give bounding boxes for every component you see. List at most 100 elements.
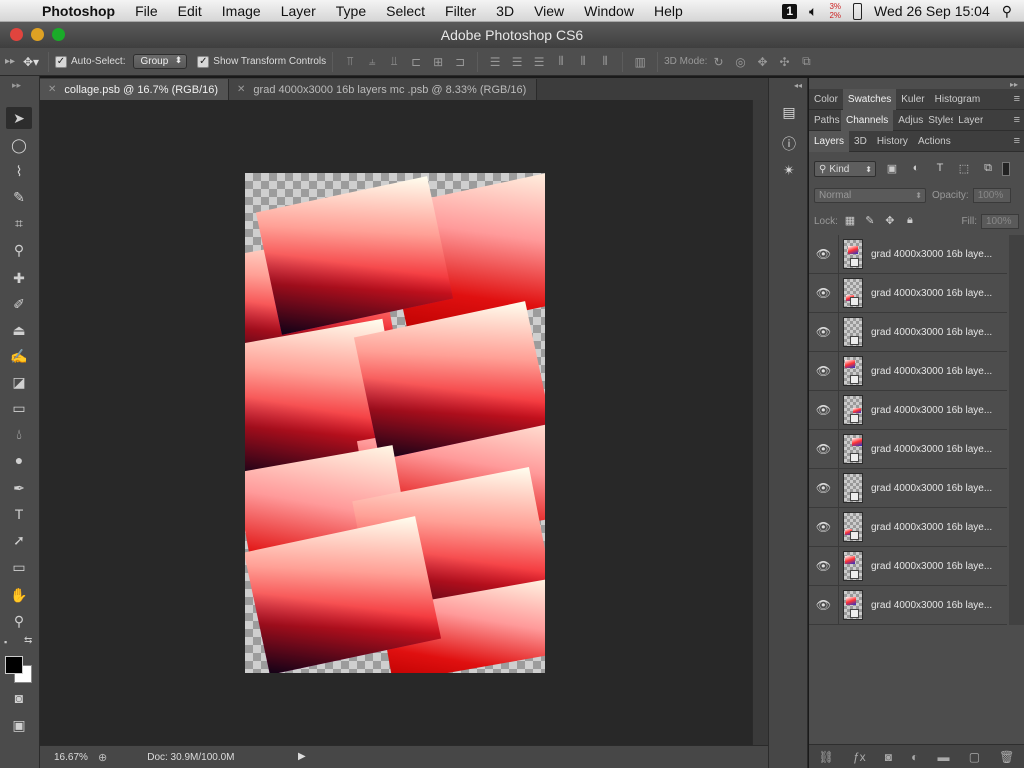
clock[interactable]: Wed 26 Sep 15:04 <box>874 3 990 19</box>
3d-slide-icon[interactable]: ✣ <box>775 54 793 70</box>
new-layer-icon[interactable]: ▢ <box>969 750 980 764</box>
visibility-eye-icon[interactable]: 👁︎ <box>809 546 839 586</box>
canvas-area[interactable] <box>40 100 752 745</box>
screen-mode-icon[interactable]: ▣ <box>6 714 32 736</box>
align-top-icon[interactable]: ⫪ <box>341 54 359 70</box>
distribute-hcenter-icon[interactable]: ⦀ <box>574 54 592 70</box>
lock-all-icon[interactable]: 🔒︎ <box>902 214 918 228</box>
strip-collapse-icon[interactable]: ◂◂ <box>794 81 802 90</box>
layer-row[interactable]: 👁︎ grad 4000x3000 16b laye... <box>809 273 1007 313</box>
brush-tool-icon[interactable]: ✐ <box>6 293 32 315</box>
distribute-bottom-icon[interactable]: ☰ <box>530 54 548 70</box>
spotlight-search-icon[interactable]: ⚲ <box>1002 3 1012 20</box>
layer-row[interactable]: 👁︎ grad 4000x3000 16b laye... <box>809 234 1007 274</box>
layer-row[interactable]: 👁︎ grad 4000x3000 16b laye... <box>809 468 1007 508</box>
align-bottom-icon[interactable]: ⫫ <box>385 54 403 70</box>
close-tab-icon[interactable]: ✕ <box>48 84 56 95</box>
layer-row[interactable]: 👁︎ grad 4000x3000 16b laye... <box>809 507 1007 547</box>
visibility-eye-icon[interactable]: 👁︎ <box>809 390 839 430</box>
layer-row[interactable]: 👁︎ grad 4000x3000 16b laye... <box>809 546 1007 586</box>
distribute-top-icon[interactable]: ☰ <box>486 54 504 70</box>
filter-pixel-icon[interactable]: ▣ <box>884 162 900 176</box>
type-tool-icon[interactable]: T <box>6 503 32 525</box>
layer-row[interactable]: 👁︎ grad 4000x3000 16b laye... <box>809 429 1007 469</box>
healing-brush-tool-icon[interactable]: ✚ <box>6 267 32 289</box>
distribute-right-icon[interactable]: ⦀ <box>596 54 614 70</box>
tab-styles[interactable]: Styles <box>923 110 953 131</box>
menu-window[interactable]: Window <box>574 3 644 19</box>
dock-collapse-icon[interactable]: ▸▸ <box>1010 80 1018 89</box>
foreground-color-swatch[interactable] <box>5 656 23 674</box>
tab-layers[interactable]: Layers <box>809 130 850 152</box>
new-adjustment-layer-icon[interactable]: ◐ <box>911 750 918 764</box>
marquee-tool-icon[interactable]: ◯ <box>6 134 32 156</box>
distribute-left-icon[interactable]: ⦀ <box>552 54 570 70</box>
lasso-tool-icon[interactable]: ⌇ <box>6 160 32 182</box>
proof-icon[interactable]: ⊕ <box>98 751 107 764</box>
brush-presets-panel-icon[interactable]: ✴ <box>780 162 798 180</box>
panel-menu-icon[interactable]: ≡ <box>1014 114 1020 126</box>
tab-color[interactable]: Color <box>809 89 843 110</box>
tab-swatches[interactable]: Swatches <box>842 88 897 110</box>
hand-tool-icon[interactable]: ✋ <box>6 584 32 606</box>
close-window-button[interactable] <box>10 28 23 41</box>
menu-edit[interactable]: Edit <box>168 3 212 19</box>
dodge-tool-icon[interactable]: ● <box>6 449 32 471</box>
visibility-eye-icon[interactable]: 👁︎ <box>809 585 839 625</box>
menu-image[interactable]: Image <box>212 3 271 19</box>
visibility-eye-icon[interactable]: 👁︎ <box>809 507 839 547</box>
auto-select-checkbox[interactable]: ✓ <box>55 55 67 68</box>
layer-row[interactable]: 👁︎ grad 4000x3000 16b laye... <box>809 351 1007 391</box>
gradient-tool-icon[interactable]: ▭ <box>6 397 32 419</box>
3d-pan-icon[interactable]: ✥ <box>753 54 771 70</box>
layer-row[interactable]: 👁︎ grad 4000x3000 16b laye... <box>809 312 1007 352</box>
swap-colors-icon[interactable]: ⇆ <box>24 635 32 646</box>
path-selection-tool-icon[interactable]: ➚ <box>6 529 32 551</box>
link-layers-icon[interactable]: ⛓ <box>819 750 834 764</box>
eyedropper-tool-icon[interactable]: ⚲ <box>6 239 32 261</box>
zoom-level-field[interactable]: 16.67% <box>40 752 98 763</box>
visibility-eye-icon[interactable]: 👁︎ <box>809 351 839 391</box>
document-canvas[interactable] <box>245 173 545 673</box>
tab-history[interactable]: History <box>872 131 913 152</box>
quick-selection-tool-icon[interactable]: ✎ <box>6 186 32 208</box>
menu-filter[interactable]: Filter <box>435 3 486 19</box>
menu-view[interactable]: View <box>524 3 574 19</box>
3d-roll-icon[interactable]: ◎ <box>731 54 749 70</box>
visibility-eye-icon[interactable]: 👁︎ <box>809 273 839 313</box>
add-mask-icon[interactable]: ◙ <box>885 750 892 764</box>
align-left-icon[interactable]: ⊏ <box>407 54 425 70</box>
auto-select-dropdown[interactable]: Group <box>133 54 188 69</box>
auto-align-icon[interactable]: ▥ <box>631 54 649 70</box>
menu-select[interactable]: Select <box>376 3 435 19</box>
tab-actions[interactable]: Actions <box>913 131 956 152</box>
visibility-eye-icon[interactable]: 👁︎ <box>809 234 839 274</box>
tab-kuler[interactable]: Kuler <box>896 89 929 110</box>
filter-kind-dropdown[interactable]: ⚲ Kind ⬍ <box>814 161 876 177</box>
tab-channels[interactable]: Channels <box>841 109 894 131</box>
info-panel-icon[interactable]: ⓘ <box>780 134 798 152</box>
opacity-field[interactable]: 100% <box>972 187 1011 203</box>
close-tab-icon[interactable]: ✕ <box>237 84 245 95</box>
move-tool-preset-icon[interactable]: ✥▾ <box>22 54 40 70</box>
default-colors-icon[interactable]: ▪ <box>4 637 7 647</box>
panel-collapse-icon[interactable]: ▸▸ <box>0 56 20 67</box>
crop-tool-icon[interactable]: ⌗ <box>6 212 32 234</box>
volume-icon[interactable]: 🔈︎ <box>809 3 817 20</box>
panel-menu-icon[interactable]: ≡ <box>1014 135 1020 147</box>
zoom-window-button[interactable] <box>52 28 65 41</box>
fill-field[interactable]: 100% <box>981 213 1019 229</box>
blur-tool-icon[interactable]: 💧︎ <box>6 423 32 445</box>
align-hcenter-icon[interactable]: ⊞ <box>429 54 447 70</box>
zoom-tool-icon[interactable]: ⚲ <box>6 610 32 632</box>
filter-adjustment-icon[interactable]: ◐ <box>908 162 924 176</box>
layers-scrollbar[interactable] <box>1009 235 1024 625</box>
layer-row[interactable]: 👁︎ grad 4000x3000 16b laye... <box>809 390 1007 430</box>
lock-position-icon[interactable]: ✥ <box>882 214 898 228</box>
properties-panel-icon[interactable]: ▤ <box>780 104 798 122</box>
cpu-meter[interactable]: 3% 2% <box>829 2 841 20</box>
filter-toggle[interactable] <box>1002 162 1010 176</box>
align-vcenter-icon[interactable]: ⫨ <box>363 54 381 70</box>
delete-layer-trash-icon[interactable]: 🗑︎ <box>999 750 1014 764</box>
pen-tool-icon[interactable]: ✒ <box>6 477 32 499</box>
